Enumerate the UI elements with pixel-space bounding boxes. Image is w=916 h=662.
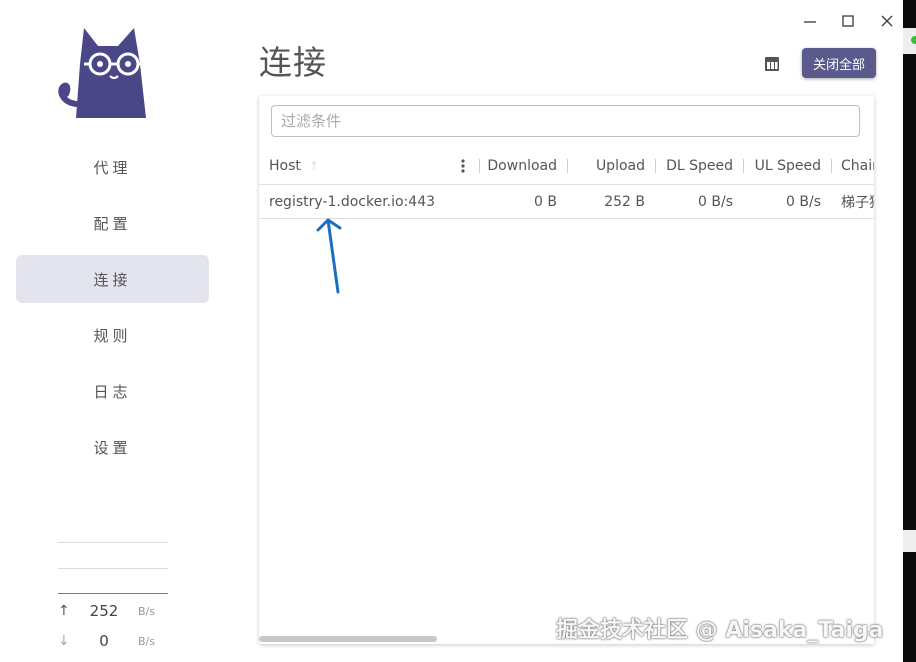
connections-panel: Host ↑ Download Upload DL Speed UL Speed…	[259, 96, 874, 644]
minimize-button[interactable]	[799, 10, 821, 32]
download-speed: ↓ 0 B/s	[58, 630, 178, 652]
sidebar-item-label: 代理	[93, 158, 132, 177]
maximize-button[interactable]	[837, 10, 859, 32]
arrow-down-icon: ↓	[58, 633, 70, 649]
column-separator[interactable]	[567, 159, 568, 173]
sidebar-item-rules[interactable]: 规则	[16, 311, 209, 359]
sidebar-item-label: 日志	[93, 382, 132, 401]
background-terminal-window	[903, 0, 916, 662]
sidebar-item-label: 连接	[93, 270, 132, 289]
close-all-button[interactable]: 关闭全部	[802, 48, 876, 78]
column-dl-speed[interactable]: DL Speed	[663, 148, 733, 184]
page-title: 连接	[259, 43, 327, 82]
column-separator[interactable]	[479, 159, 480, 173]
sidebar-item-profiles[interactable]: 配置	[16, 199, 209, 247]
column-menu-icon[interactable]	[459, 158, 467, 174]
upload-speed-value: 252	[89, 602, 119, 620]
sort-arrow-icon: ↑	[308, 159, 319, 173]
cell-download: 0 B	[534, 193, 557, 210]
sidebar-item-label: 规则	[93, 326, 132, 345]
download-speed-unit: B/s	[138, 634, 155, 648]
arrow-up-icon: ↑	[58, 603, 70, 619]
column-separator[interactable]	[743, 159, 744, 173]
table-layout-icon[interactable]	[762, 54, 782, 74]
column-download[interactable]: Download	[487, 148, 557, 184]
cell-upload: 252 B	[604, 193, 645, 210]
sidebar-item-proxy[interactable]: 代理	[16, 143, 209, 191]
horizontal-scrollbar[interactable]	[259, 636, 437, 642]
close-icon	[881, 15, 893, 27]
maximize-icon	[842, 15, 854, 27]
sidebar-item-label: 设置	[93, 438, 132, 457]
minimize-icon	[804, 21, 816, 23]
close-button[interactable]	[876, 10, 898, 32]
divider	[58, 568, 168, 569]
sidebar-item-logs[interactable]: 日志	[16, 367, 209, 415]
column-ul-speed-label: UL Speed	[754, 158, 821, 174]
divider	[58, 593, 168, 594]
watermark: 掘金技术社区 @ Aisaka_Taiga	[556, 618, 884, 643]
upload-speed: ↑ 252 B/s	[58, 600, 178, 622]
column-download-label: Download	[487, 158, 557, 174]
annotation-arrow-icon	[316, 218, 342, 294]
cell-dl-speed: 0 B/s	[698, 193, 733, 210]
column-host-label: Host	[269, 158, 301, 174]
column-ul-speed[interactable]: UL Speed	[751, 148, 821, 184]
table-header: Host ↑ Download Upload DL Speed UL Speed…	[259, 148, 874, 185]
divider	[58, 542, 168, 543]
column-separator[interactable]	[831, 159, 832, 173]
cell-ul-speed: 0 B/s	[786, 193, 821, 210]
column-chain-label: Chain	[841, 158, 874, 174]
column-dl-speed-label: DL Speed	[666, 158, 733, 174]
download-speed-value: 0	[99, 632, 109, 650]
column-chain[interactable]: Chain	[841, 148, 874, 184]
upload-speed-unit: B/s	[138, 604, 155, 618]
column-separator[interactable]	[655, 159, 656, 173]
column-upload-label: Upload	[595, 158, 645, 174]
cell-chain: 梯子猫	[841, 194, 874, 211]
filter-input[interactable]	[271, 105, 860, 137]
column-host[interactable]: Host ↑	[269, 148, 319, 184]
sidebar-item-label: 配置	[93, 214, 132, 233]
status-dot-icon	[911, 36, 916, 44]
sidebar-item-connections[interactable]: 连接	[16, 255, 209, 303]
cat-logo-icon	[58, 28, 146, 118]
sidebar-item-settings[interactable]: 设置	[16, 423, 209, 471]
column-upload[interactable]: Upload	[575, 148, 645, 184]
terminal-statusbar	[903, 530, 916, 552]
